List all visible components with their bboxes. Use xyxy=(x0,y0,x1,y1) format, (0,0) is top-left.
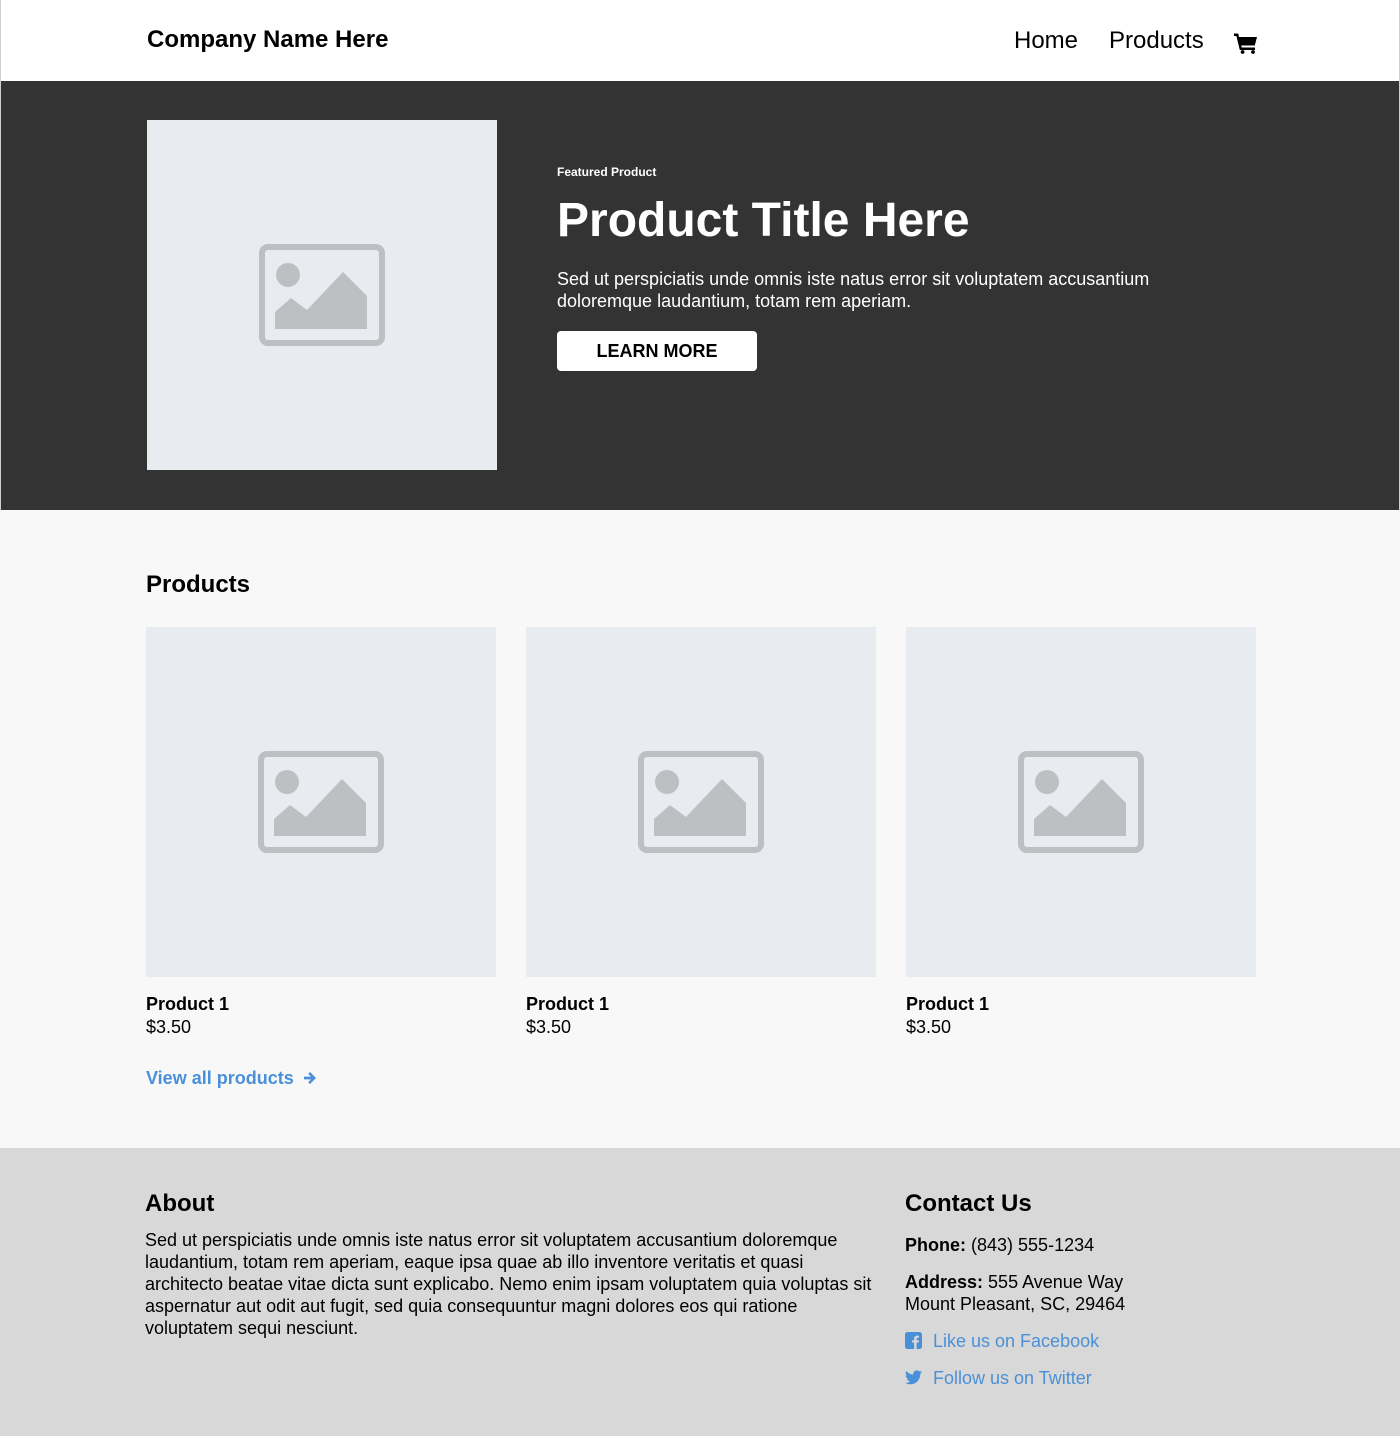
product-card-image[interactable] xyxy=(146,627,496,977)
featured-product-image xyxy=(147,120,497,470)
product-title: Product Title Here xyxy=(557,194,970,247)
about-text: Sed ut perspiciatis unde omnis iste natu… xyxy=(145,1230,872,1338)
product-name[interactable]: Product 1 xyxy=(906,993,989,1015)
product-price: $3.50 xyxy=(146,1017,192,1037)
image-placeholder-icon xyxy=(259,244,385,346)
product-price: $3.50 xyxy=(526,1017,572,1037)
twitter-label: Follow us on Twitter xyxy=(933,1368,1092,1388)
image-placeholder-icon xyxy=(638,751,764,853)
products-section-title: Products xyxy=(146,571,251,598)
view-all-label: View all products xyxy=(146,1068,294,1088)
nav-home[interactable]: Home xyxy=(1014,27,1078,55)
twitter-icon xyxy=(905,1370,922,1385)
image-placeholder-icon xyxy=(1018,751,1144,853)
facebook-icon xyxy=(905,1332,922,1349)
featured-label: Featured Product xyxy=(557,165,657,179)
contact-address: Address: 555 Avenue Way xyxy=(905,1271,1123,1293)
view-all-products-link[interactable]: View all products xyxy=(146,1067,317,1089)
address-label: Address: xyxy=(905,1272,984,1292)
product-price: $3.50 xyxy=(906,1017,952,1037)
facebook-label: Like us on Facebook xyxy=(933,1331,1100,1351)
address-line-2: Mount Pleasant, SC, 29464 xyxy=(905,1294,1126,1314)
brand-name[interactable]: Company Name Here xyxy=(147,26,388,54)
site-header: Company Name Here Home Products xyxy=(0,0,1400,81)
product-name[interactable]: Product 1 xyxy=(526,993,609,1015)
image-placeholder-icon xyxy=(258,751,384,853)
about-title: About xyxy=(145,1190,215,1217)
arrow-right-icon xyxy=(303,1072,316,1084)
product-description: Sed ut perspiciatis unde omnis iste natu… xyxy=(557,269,1150,311)
shopping-cart-icon[interactable] xyxy=(1234,32,1258,54)
address-line-1: 555 Avenue Way xyxy=(988,1272,1124,1292)
contact-title: Contact Us xyxy=(905,1190,1032,1217)
featured-hero: Featured Product Product Title Here Sed … xyxy=(0,81,1400,510)
phone-label: Phone: xyxy=(905,1235,966,1255)
product-card-image[interactable] xyxy=(906,627,1256,977)
learn-more-button[interactable]: LEARN MORE xyxy=(557,331,757,371)
product-card-image[interactable] xyxy=(526,627,876,977)
product-name[interactable]: Product 1 xyxy=(146,993,229,1015)
contact-phone: Phone: (843) 555-1234 xyxy=(905,1234,1094,1256)
site-footer: About Sed ut perspiciatis unde omnis ist… xyxy=(0,1148,1400,1436)
phone-number[interactable]: (843) 555-1234 xyxy=(971,1235,1094,1255)
nav-products[interactable]: Products xyxy=(1109,27,1204,55)
